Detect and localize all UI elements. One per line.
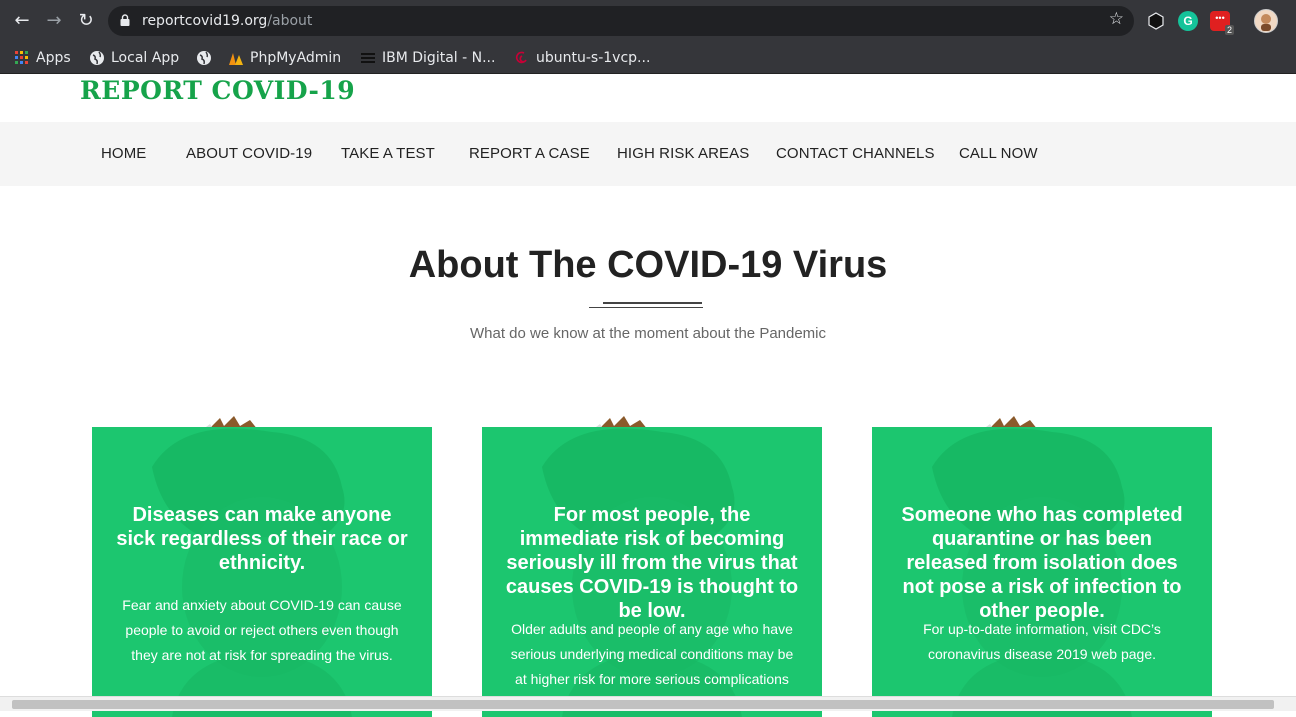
profile-avatar[interactable] (1254, 9, 1278, 33)
title-divider (603, 302, 702, 304)
main-navigation: HOME ABOUT COVID-19 TAKE A TEST REPORT A… (0, 122, 1296, 186)
card-title: Someone who has completed quarantine or … (901, 504, 1183, 622)
nav-take-a-test[interactable]: TAKE A TEST (341, 145, 435, 162)
nav-about-covid-19[interactable]: ABOUT COVID-19 (186, 145, 312, 162)
bookmark-ubuntu[interactable]: ubuntu-s-1vcp... (514, 47, 650, 69)
ibm-icon (361, 53, 375, 63)
extension-badge-icon[interactable]: ••• 2 (1210, 11, 1234, 35)
nav-report-a-case[interactable]: REPORT A CASE (469, 145, 590, 162)
bookmark-phpmyadmin[interactable]: PhpMyAdmin (228, 47, 341, 69)
page-subtitle: What do we know at the moment about the … (469, 325, 827, 342)
site-logo[interactable]: REPORT COVID-19 (80, 76, 355, 105)
reload-icon[interactable]: ↻ (74, 9, 98, 33)
extension-cube-icon[interactable] (1146, 11, 1166, 31)
nav-home[interactable]: HOME (101, 145, 146, 162)
title-divider-underline (589, 307, 703, 308)
bookmark-apps[interactable]: Apps (14, 47, 71, 69)
url-text: reportcovid19.org/about (142, 13, 313, 29)
grammarly-icon[interactable]: G (1178, 11, 1198, 31)
bookmark-ibm-digital[interactable]: IBM Digital - N... (360, 47, 495, 69)
horizontal-scrollbar[interactable] (0, 696, 1296, 711)
phpmyadmin-icon (229, 53, 243, 65)
nav-call-now[interactable]: CALL NOW (959, 145, 1038, 162)
info-card: For most people, the immediate risk of b… (482, 427, 822, 717)
apps-grid-icon (15, 51, 28, 64)
nav-contact-channels[interactable]: CONTACT CHANNELS (776, 145, 935, 162)
forward-icon[interactable]: → (42, 9, 66, 33)
info-card: Diseases can make anyone sick regardless… (92, 427, 432, 717)
globe-icon (90, 51, 104, 65)
back-icon[interactable]: ← (10, 9, 34, 33)
card-text: Fear and anxiety about COVID-19 can caus… (122, 597, 402, 663)
page-title: About The COVID-19 Virus (408, 244, 888, 286)
debian-swirl-icon (515, 51, 527, 64)
scrollbar-thumb[interactable] (12, 700, 1274, 709)
card-title: For most people, the immediate risk of b… (505, 504, 799, 622)
bookmark-globe[interactable] (196, 47, 212, 69)
bookmark-star-icon[interactable]: ☆ (1109, 9, 1124, 29)
lock-icon (120, 14, 130, 26)
bookmarks-bar: Apps Local App PhpMyAdmin IBM Digital - … (0, 42, 1296, 74)
card-title: Diseases can make anyone sick regardless… (116, 504, 408, 574)
globe-icon (197, 51, 211, 65)
nav-high-risk-areas[interactable]: HIGH RISK AREAS (617, 145, 749, 162)
info-card: Someone who has completed quarantine or … (872, 427, 1212, 717)
card-text: For up-to-date information, visit CDC’s … (923, 621, 1161, 662)
address-bar[interactable]: reportcovid19.org/about ☆ (108, 6, 1134, 36)
browser-toolbar: ← → ↻ reportcovid19.org/about ☆ G ••• 2 (0, 0, 1296, 42)
bookmark-local-app[interactable]: Local App (89, 47, 179, 69)
